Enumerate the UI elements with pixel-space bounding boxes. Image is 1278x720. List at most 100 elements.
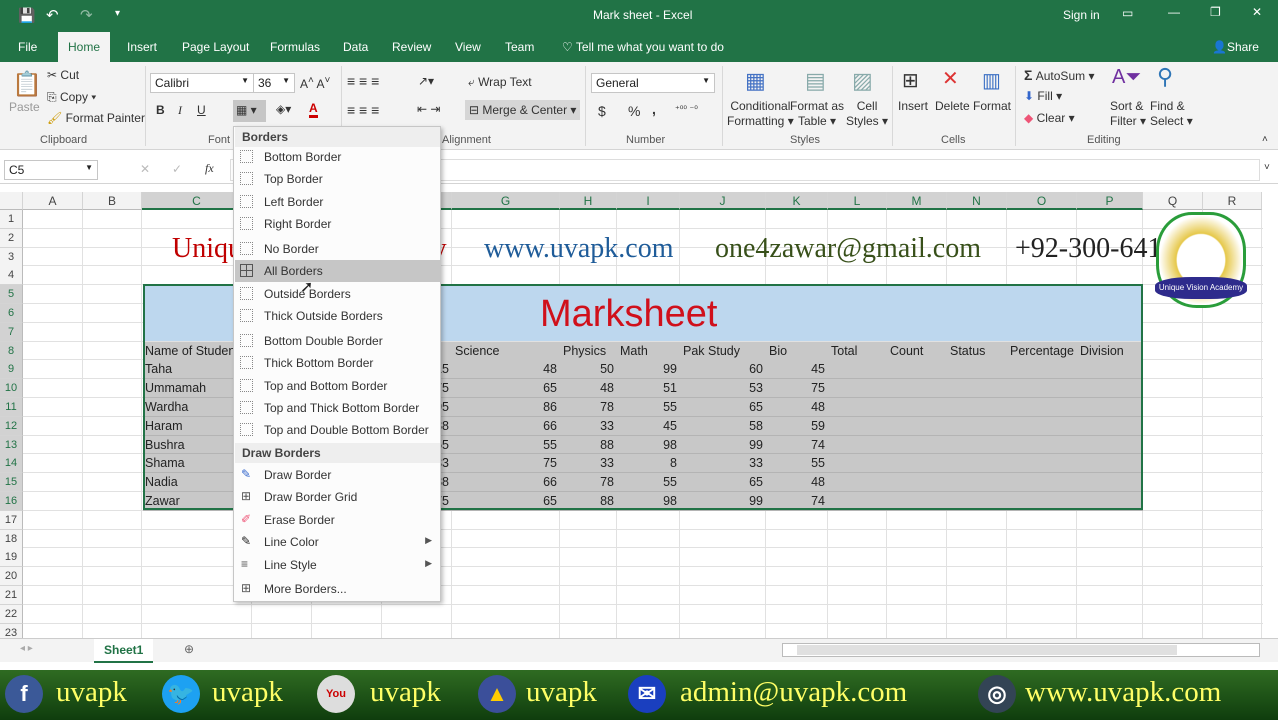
enter-icon[interactable]: ✓ xyxy=(172,162,182,176)
column-heading[interactable]: Pak Study xyxy=(683,342,766,361)
row-header-21[interactable]: 21 xyxy=(0,586,23,605)
row-header-8[interactable]: 8 xyxy=(0,341,23,361)
column-heading[interactable]: Physics xyxy=(563,342,617,361)
row-header-19[interactable]: 19 xyxy=(0,548,23,568)
paste-button[interactable]: Paste xyxy=(9,100,40,114)
menu-item-thick-outside-borders[interactable]: Thick Outside Borders xyxy=(235,305,440,327)
expand-formula-icon[interactable]: ˅ xyxy=(1264,162,1270,173)
delete-cells-button[interactable]: Delete xyxy=(935,99,970,113)
mark-cell[interactable]: 78 xyxy=(560,398,617,417)
format-painter-button[interactable]: 🖌 Format Painter xyxy=(47,111,145,125)
column-heading[interactable]: Total xyxy=(831,342,887,361)
row-header-18[interactable]: 18 xyxy=(0,529,23,549)
borders-button[interactable]: ▦ ▾ xyxy=(233,100,266,122)
horizontal-scrollbar[interactable] xyxy=(782,643,1260,657)
mark-cell[interactable]: 51 xyxy=(617,379,680,398)
mark-cell[interactable]: 33 xyxy=(560,417,617,436)
indent-icons[interactable]: ⇤ ⇥ xyxy=(417,102,440,116)
row-header-20[interactable]: 20 xyxy=(0,567,23,587)
column-heading[interactable]: Science xyxy=(455,342,560,361)
mark-cell[interactable]: 66 xyxy=(452,473,560,492)
mark-cell[interactable]: 74 xyxy=(766,436,828,455)
menu-item-bottom-double-border[interactable]: Bottom Double Border xyxy=(235,330,440,352)
name-box[interactable]: C5 ▼ xyxy=(4,160,98,180)
fill-button[interactable]: ⬇ Fill ▾ xyxy=(1024,89,1062,103)
find-select-button[interactable]: Find & Select ▾ xyxy=(1150,99,1193,129)
format-cells-button[interactable]: Format xyxy=(973,99,1011,113)
row-header-7[interactable]: 7 xyxy=(0,322,23,342)
minimize-button[interactable]: — xyxy=(1168,5,1180,19)
row-header-17[interactable]: 17 xyxy=(0,510,23,530)
mark-cell[interactable]: 78 xyxy=(560,473,617,492)
mark-cell[interactable]: 45 xyxy=(766,360,828,379)
sheet-nav-arrows[interactable]: ◂ ▸ xyxy=(20,643,33,654)
column-heading[interactable]: Division xyxy=(1080,342,1143,361)
row-header-13[interactable]: 13 xyxy=(0,435,23,455)
mark-cell[interactable]: 65 xyxy=(680,398,766,417)
row-header-1[interactable]: 1 xyxy=(0,210,23,229)
align-horizontal-icons[interactable]: ≡ ≡ ≡ xyxy=(347,102,379,118)
copy-button[interactable]: ⎘ Copy ▾ xyxy=(47,90,96,105)
comma-button[interactable]: , xyxy=(652,101,656,117)
row-header-10[interactable]: 10 xyxy=(0,379,23,399)
menu-item-outside-borders[interactable]: Outside Borders xyxy=(235,283,440,305)
mark-cell[interactable]: 8 xyxy=(617,454,680,473)
insert-function-button[interactable]: fx xyxy=(205,161,214,176)
column-heading[interactable]: Bio xyxy=(769,342,828,361)
mark-cell[interactable]: 48 xyxy=(766,398,828,417)
paste-icon[interactable]: 📋 xyxy=(12,70,42,99)
mark-cell[interactable]: 99 xyxy=(680,436,766,455)
menu-item-no-border[interactable]: No Border xyxy=(235,238,440,260)
menu-item-all-borders[interactable]: All Borders xyxy=(235,260,440,282)
tab-view[interactable]: View xyxy=(455,40,481,54)
tab-home[interactable]: Home xyxy=(58,32,111,62)
column-header-Q[interactable]: Q xyxy=(1143,192,1203,210)
percent-button[interactable]: % xyxy=(628,103,640,119)
merge-center-button[interactable]: ⊟ Merge & Center ▾ xyxy=(465,100,581,120)
align-top-icons[interactable]: ≡ ≡ ≡ xyxy=(347,73,379,89)
column-header-L[interactable]: L xyxy=(828,192,887,210)
mark-cell[interactable]: 66 xyxy=(452,417,560,436)
row-header-2[interactable]: 2 xyxy=(0,228,23,248)
menu-item-top-border[interactable]: Top Border xyxy=(235,168,440,190)
cut-button[interactable]: ✂ Cut xyxy=(47,68,79,82)
column-heading[interactable]: Count xyxy=(890,342,947,361)
mark-cell[interactable]: 86 xyxy=(452,398,560,417)
tab-page-layout[interactable]: Page Layout xyxy=(182,40,249,54)
column-heading[interactable]: Status xyxy=(950,342,1007,361)
mark-cell[interactable]: 60 xyxy=(680,360,766,379)
row-header-12[interactable]: 12 xyxy=(0,416,23,436)
row-header-14[interactable]: 14 xyxy=(0,454,23,474)
mark-cell[interactable]: 33 xyxy=(560,454,617,473)
select-all-corner[interactable] xyxy=(0,192,23,210)
row-header-4[interactable]: 4 xyxy=(0,266,23,286)
decimal-icons[interactable]: ⁺⁰⁰ ⁻⁰ xyxy=(675,104,698,115)
row-header-3[interactable]: 3 xyxy=(0,247,23,267)
mark-cell[interactable]: 53 xyxy=(680,379,766,398)
mark-cell[interactable]: 98 xyxy=(617,436,680,455)
mark-cell[interactable]: 50 xyxy=(560,360,617,379)
tab-team[interactable]: Team xyxy=(505,40,534,54)
menu-item-line-style[interactable]: ≡ Line Style ▶ xyxy=(235,554,440,576)
row-header-11[interactable]: 11 xyxy=(0,398,23,417)
format-as-table-button[interactable]: Format as Table ▾ xyxy=(790,99,844,129)
font-name-dropdown[interactable]: Calibri ▼ xyxy=(150,73,254,93)
tell-me-box[interactable]: ♡ Tell me what you want to do xyxy=(562,40,724,54)
menu-item-top-and-bottom-border[interactable]: Top and Bottom Border xyxy=(235,375,440,397)
orientation-icon[interactable]: ↗▾ xyxy=(418,74,434,88)
menu-item-right-border[interactable]: Right Border xyxy=(235,213,440,235)
mark-cell[interactable]: 98 xyxy=(617,492,680,511)
mark-cell[interactable]: 48 xyxy=(560,379,617,398)
clear-button[interactable]: ◆ Clear ▾ xyxy=(1024,111,1075,125)
menu-item-draw-border-grid[interactable]: ⊞ Draw Border Grid xyxy=(235,486,440,508)
autosum-button[interactable]: Σ AutoSum ▾ xyxy=(1024,67,1094,83)
column-header-N[interactable]: N xyxy=(947,192,1007,210)
mark-cell[interactable]: 88 xyxy=(560,492,617,511)
menu-item-line-color[interactable]: ✎ Line Color ▶ xyxy=(235,531,440,553)
mark-cell[interactable]: 48 xyxy=(452,360,560,379)
row-header-15[interactable]: 15 xyxy=(0,473,23,493)
menu-item-left-border[interactable]: Left Border xyxy=(235,191,440,213)
maximize-button[interactable]: ❐ xyxy=(1210,5,1221,19)
column-header-K[interactable]: K xyxy=(766,192,828,210)
mark-cell[interactable]: 74 xyxy=(766,492,828,511)
